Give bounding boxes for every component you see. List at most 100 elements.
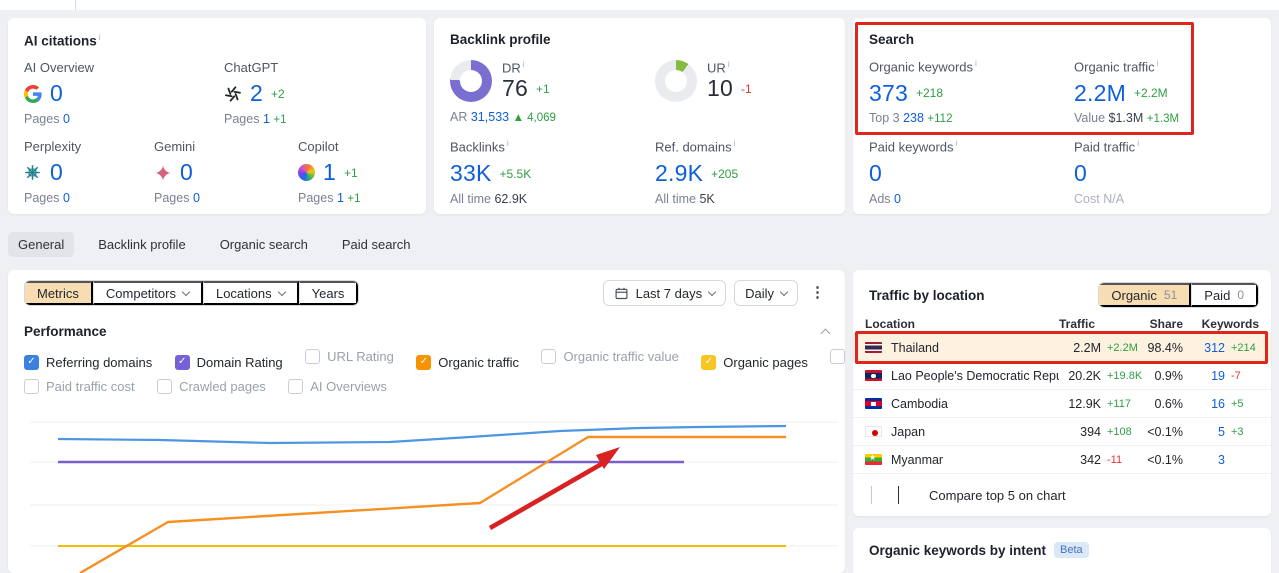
stat-label: Perplexity	[24, 138, 82, 154]
info-icon[interactable]: i	[975, 58, 977, 68]
toggle-organic[interactable]: Organic 51	[1099, 283, 1192, 307]
checkbox-organic-traffic-value[interactable]: Organic traffic value	[541, 349, 679, 364]
japan-flag-icon	[865, 426, 882, 437]
myanmar-flag-icon: ★	[865, 454, 882, 465]
checkbox-icon	[830, 349, 846, 364]
google-icon	[24, 84, 42, 103]
info-icon[interactable]: i	[1137, 138, 1139, 148]
checkbox-icon	[305, 349, 321, 364]
chevron-down-icon	[779, 287, 789, 296]
pages-line: Pages 0	[154, 190, 200, 205]
collapse-section-button[interactable]	[820, 328, 831, 339]
organic-paid-toggle: Organic 51 Paid 0	[1098, 282, 1259, 308]
column-traffic[interactable]: Traffic	[1059, 317, 1145, 331]
location-name: Lao People's Democratic Reput	[891, 368, 1059, 383]
checkbox-label: Organic pages	[723, 354, 808, 370]
keywords-value: 3	[1218, 452, 1225, 467]
info-icon[interactable]: i	[734, 138, 736, 148]
location-row-japan[interactable]: Japan 394 +108 <0.1% 5 +3	[853, 418, 1271, 446]
organic-keywords-stat: Organic keywords i 373 +218 Top 3 238 +112	[869, 58, 1074, 125]
location-table-footer: Compare top 5 on chart	[853, 474, 1271, 516]
location-name: Japan	[891, 424, 926, 439]
traffic-by-location-title: Traffic by location	[869, 287, 985, 303]
gemini-stat: Gemini 0 Pages 0	[154, 139, 298, 205]
laos-flag-icon	[865, 370, 882, 381]
location-name: Thailand	[891, 340, 939, 355]
view-mode-group: Metrics Competitors Locations Years	[24, 280, 360, 306]
toggle-paid[interactable]: Paid 0	[1191, 283, 1258, 307]
location-row-laos[interactable]: Lao People's Democratic Reput 20.2K +19.…	[853, 362, 1271, 390]
perplexity-icon	[24, 164, 42, 182]
organic-count: 51	[1163, 288, 1178, 302]
granularity-button[interactable]: Daily	[734, 280, 798, 306]
section-tabs: General Backlink profile Organic search …	[8, 232, 421, 257]
metrics-button[interactable]: Metrics	[25, 281, 93, 305]
stat-label: Paid traffic i	[1074, 138, 1140, 155]
backlinks-stat: Backlinks i 33K +5.5K All time 62.9K	[450, 138, 655, 205]
tab-paid-search[interactable]: Paid search	[332, 232, 421, 257]
tab-general[interactable]: General	[8, 232, 75, 257]
tab-organic-search[interactable]: Organic search	[210, 232, 318, 257]
all-time-line: All time 5K	[655, 191, 715, 206]
info-icon[interactable]: i	[956, 138, 958, 148]
backlink-profile-title: Backlink profile	[450, 32, 551, 47]
traffic-change: +19.8K	[1107, 369, 1143, 382]
info-icon[interactable]: i	[99, 32, 101, 42]
keywords-value: 19	[1211, 368, 1225, 383]
next-page-button[interactable]	[892, 482, 905, 508]
traffic-change: -11	[1107, 453, 1123, 466]
prev-page-button[interactable]	[865, 482, 878, 508]
pages-line: Pages 1 +1	[224, 111, 287, 126]
years-button[interactable]: Years	[298, 281, 359, 305]
date-range-button[interactable]: Last 7 days	[602, 280, 727, 306]
top3-line: Top 3 238 +112	[869, 111, 953, 126]
value-line: Value $1.3M +1.3M	[1074, 111, 1180, 126]
competitors-button[interactable]: Competitors	[92, 281, 203, 305]
tab-backlink-profile[interactable]: Backlink profile	[88, 232, 195, 257]
info-icon[interactable]: i	[728, 59, 730, 69]
checkbox-url-rating[interactable]: URL Rating	[305, 349, 394, 364]
checkbox-organic-traffic[interactable]: ✓ Organic traffic	[416, 354, 519, 370]
openai-icon	[224, 85, 242, 103]
location-row-myanmar[interactable]: ★ Myanmar 342 -11 <0.1% 3	[853, 446, 1271, 474]
stat-value: 373	[869, 79, 908, 106]
compare-top5-link[interactable]: Compare top 5 on chart	[929, 488, 1066, 503]
checkbox-domain-rating[interactable]: ✓ Domain Rating	[174, 354, 283, 370]
stat-label: Backlinks i	[450, 138, 509, 155]
ar-line: AR 31,533 ▲ 4,069	[450, 110, 556, 125]
checkbox-organic-pages[interactable]: ✓ Organic pages	[701, 354, 808, 370]
gemini-icon	[154, 164, 172, 182]
cambodia-flag-icon	[865, 398, 882, 409]
location-row-cambodia[interactable]: Cambodia 12.9K +117 0.6% 16 +5	[853, 390, 1271, 418]
cost-line: Cost N/A	[1074, 191, 1125, 206]
location-row-thailand[interactable]: Thailand 2.2M +2.2M 98.4% 312 +214	[853, 334, 1271, 362]
share-value: <0.1%	[1147, 452, 1183, 467]
checkbox-icon: ✓	[416, 354, 432, 370]
info-icon[interactable]: i	[507, 138, 509, 148]
stat-label: ChatGPT	[224, 59, 279, 75]
stat-label: Copilot	[298, 138, 339, 154]
column-location[interactable]: Location	[865, 317, 1059, 331]
checkbox-icon: ✓	[701, 354, 717, 370]
location-table-header: Location Traffic Share Keywords	[853, 314, 1271, 334]
paid-keywords-stat: Paid keywords i 0 Ads 0	[869, 138, 1074, 205]
backlink-profile-card: Backlink profile DR i 76 +1 AR 31,533 ▲ 4,…	[434, 18, 845, 214]
column-keywords[interactable]: Keywords	[1183, 317, 1259, 331]
traffic-change: +108	[1107, 425, 1132, 438]
info-icon[interactable]: i	[523, 59, 525, 69]
ai-overview-stat: AI Overview 0 Pages 0	[24, 60, 224, 126]
stat-change: +218	[915, 86, 944, 101]
performance-line-chart[interactable]	[8, 392, 845, 573]
chevron-right-icon	[898, 486, 899, 504]
locations-button[interactable]: Locations	[202, 281, 299, 305]
copilot-icon	[298, 164, 315, 181]
keywords-change: +3	[1231, 425, 1244, 438]
checkbox-label: URL Rating	[327, 349, 394, 364]
perplexity-stat: Perplexity 0 Pages 0	[24, 139, 154, 205]
info-icon[interactable]: i	[1157, 58, 1159, 68]
column-share[interactable]: Share	[1145, 317, 1183, 331]
stat-value: 10	[707, 75, 733, 102]
more-options-button[interactable]: ⋮	[806, 280, 829, 306]
checkbox-referring-domains[interactable]: ✓ Referring domains	[24, 354, 152, 370]
stat-change: -1	[740, 81, 752, 96]
